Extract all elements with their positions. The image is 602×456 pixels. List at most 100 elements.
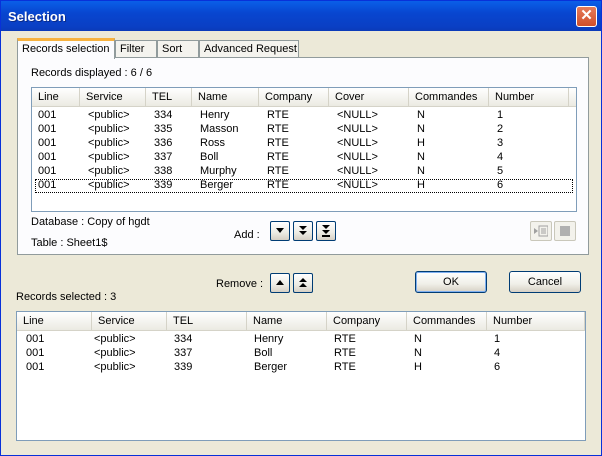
table-row[interactable]: 001 <public> 337 Boll RTE N 4 bbox=[20, 347, 582, 361]
tab-advanced-request[interactable]: Advanced Request bbox=[199, 40, 299, 58]
records-displayed-label: Records displayed : 6 / 6 bbox=[31, 67, 153, 79]
cell-commandes: N bbox=[414, 347, 422, 359]
cell-company: RTE bbox=[267, 137, 289, 149]
cell-tel: 337 bbox=[174, 347, 193, 359]
selected-records-list[interactable]: Line Service TEL Name Company Commandes … bbox=[16, 311, 586, 441]
double-arrow-down-icon bbox=[299, 226, 307, 235]
cell-cover: <NULL> bbox=[337, 137, 378, 149]
cell-name: Berger bbox=[200, 179, 234, 191]
records-selection-panel: Records displayed : 6 / 6 Line Service T… bbox=[17, 57, 589, 255]
add-one-button[interactable] bbox=[270, 221, 290, 241]
cell-company: RTE bbox=[334, 333, 356, 345]
double-arrow-up-icon bbox=[299, 278, 307, 287]
table-row[interactable]: 001 <public> 338 Murphy RTE <NULL> N 5 bbox=[35, 165, 573, 179]
cell-company: RTE bbox=[334, 361, 356, 373]
cell-number: 1 bbox=[497, 109, 504, 121]
database-label: Database : Copy of hgdt bbox=[31, 216, 150, 228]
cell-company: RTE bbox=[267, 109, 289, 121]
cell-service: <public> bbox=[88, 179, 130, 191]
close-button[interactable]: ✕ bbox=[576, 6, 597, 27]
close-icon: ✕ bbox=[580, 7, 593, 24]
cell-line: 001 bbox=[38, 137, 57, 149]
column-header-tel[interactable]: TEL bbox=[146, 88, 192, 106]
column-header-name[interactable]: Name bbox=[247, 312, 327, 330]
column-header-line[interactable]: Line bbox=[32, 88, 80, 106]
records-selected-label: Records selected : 3 bbox=[16, 291, 117, 303]
cell-cover: <NULL> bbox=[337, 179, 378, 191]
remove-all-button[interactable] bbox=[293, 273, 313, 293]
cell-service: <public> bbox=[88, 151, 130, 163]
cell-line: 001 bbox=[38, 123, 57, 135]
table-row[interactable]: 001 <public> 339 Berger RTE H 6 bbox=[20, 361, 582, 375]
window-title: Selection bbox=[8, 9, 66, 24]
table-row[interactable]: 001 <public> 334 Henry RTE N 1 bbox=[20, 333, 582, 347]
title-bar[interactable]: Selection ✕ bbox=[1, 1, 601, 31]
cell-commandes: N bbox=[417, 109, 425, 121]
arrow-down-icon bbox=[276, 228, 284, 233]
cancel-button[interactable]: Cancel bbox=[509, 271, 581, 293]
cell-number: 1 bbox=[494, 333, 501, 345]
cell-name: Henry bbox=[200, 109, 230, 121]
table-row[interactable]: 001 <public> 336 Ross RTE <NULL> H 3 bbox=[35, 137, 573, 151]
tab-sort[interactable]: Sort bbox=[157, 40, 199, 58]
column-header-name[interactable]: Name bbox=[192, 88, 259, 106]
tab-filter[interactable]: Filter bbox=[115, 40, 157, 58]
cell-number: 4 bbox=[497, 151, 504, 163]
table-row[interactable]: 001 <public> 334 Henry RTE <NULL> N 1 bbox=[35, 109, 573, 123]
tab-label: Sort bbox=[162, 43, 183, 55]
stop-square-icon bbox=[560, 226, 570, 236]
cell-tel: 338 bbox=[154, 165, 173, 177]
table-row[interactable]: 001 <public> 337 Boll RTE <NULL> N 4 bbox=[35, 151, 573, 165]
cell-company: RTE bbox=[267, 179, 289, 191]
cell-name: Murphy bbox=[200, 165, 237, 177]
column-header-line[interactable]: Line bbox=[17, 312, 92, 330]
column-header-company[interactable]: Company bbox=[327, 312, 407, 330]
records-list[interactable]: Line Service TEL Name Company Cover Comm… bbox=[31, 87, 577, 212]
cell-cover: <NULL> bbox=[337, 151, 378, 163]
column-header-service[interactable]: Service bbox=[80, 88, 146, 106]
cell-company: RTE bbox=[267, 165, 289, 177]
cell-number: 6 bbox=[494, 361, 501, 373]
tab-label: Advanced Request bbox=[204, 43, 297, 55]
remove-one-button[interactable] bbox=[270, 273, 290, 293]
table-row[interactable]: 001 <public> 335 Masson RTE <NULL> N 2 bbox=[35, 123, 573, 137]
ok-button[interactable]: OK bbox=[415, 271, 487, 293]
add-label: Add : bbox=[234, 229, 260, 241]
cell-name: Boll bbox=[254, 347, 273, 359]
add-page-button[interactable] bbox=[293, 221, 313, 241]
column-header-number[interactable]: Number bbox=[487, 312, 585, 330]
column-header-company[interactable]: Company bbox=[259, 88, 329, 106]
cell-number: 4 bbox=[494, 347, 501, 359]
records-list-header: Line Service TEL Name Company Cover Comm… bbox=[32, 88, 576, 107]
table-label: Table : Sheet1$ bbox=[31, 237, 108, 249]
column-header-service[interactable]: Service bbox=[92, 312, 167, 330]
cell-line: 001 bbox=[38, 151, 57, 163]
cell-commandes: N bbox=[414, 333, 422, 345]
tab-records-selection[interactable]: Records selection bbox=[17, 38, 115, 59]
cell-cover: <NULL> bbox=[337, 165, 378, 177]
cell-number: 3 bbox=[497, 137, 504, 149]
cell-tel: 339 bbox=[174, 361, 193, 373]
cell-number: 2 bbox=[497, 123, 504, 135]
stop-button[interactable] bbox=[554, 221, 576, 241]
cell-name: Masson bbox=[200, 123, 239, 135]
cell-name: Ross bbox=[200, 137, 226, 149]
column-header-commandes[interactable]: Commandes bbox=[409, 88, 489, 106]
add-all-button[interactable] bbox=[316, 221, 336, 241]
table-row[interactable]: 001 <public> 339 Berger RTE <NULL> H 6 bbox=[35, 179, 573, 193]
cell-tel: 336 bbox=[154, 137, 173, 149]
cell-line: 001 bbox=[38, 109, 57, 121]
insert-list-button[interactable] bbox=[530, 221, 552, 241]
cell-service: <public> bbox=[88, 165, 130, 177]
cell-commandes: H bbox=[417, 137, 425, 149]
cell-cover: <NULL> bbox=[337, 123, 378, 135]
cell-service: <public> bbox=[88, 123, 130, 135]
cell-service: <public> bbox=[94, 361, 136, 373]
column-header-cover[interactable]: Cover bbox=[329, 88, 409, 106]
column-header-tel[interactable]: TEL bbox=[167, 312, 247, 330]
cell-line: 001 bbox=[38, 165, 57, 177]
cell-service: <public> bbox=[88, 137, 130, 149]
column-header-number[interactable]: Number bbox=[489, 88, 569, 106]
ok-button-label: OK bbox=[443, 276, 459, 288]
column-header-commandes[interactable]: Commandes bbox=[407, 312, 487, 330]
